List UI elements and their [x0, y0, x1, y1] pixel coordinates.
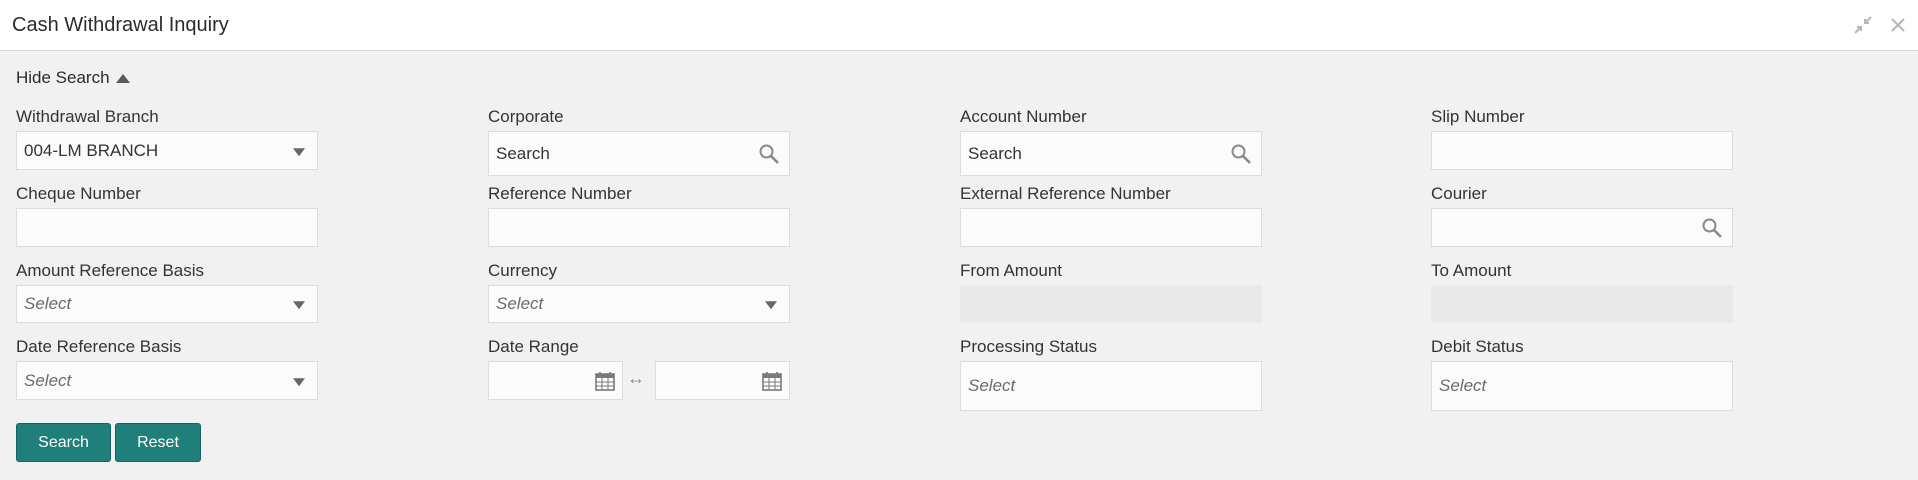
to-amount-label: To Amount: [1431, 261, 1512, 280]
slip-number-label: Slip Number: [1431, 107, 1525, 126]
date-range-from-input[interactable]: [488, 361, 623, 400]
window-header: Cash Withdrawal Inquiry: [0, 0, 1918, 51]
date-reference-basis-placeholder: Select: [24, 370, 72, 390]
chevron-down-icon: [293, 147, 305, 156]
processing-status-select[interactable]: Select: [960, 361, 1262, 411]
courier-input[interactable]: [1431, 208, 1733, 247]
currency-label: Currency: [488, 261, 557, 280]
amount-reference-basis-label: Amount Reference Basis: [16, 261, 205, 280]
debit-status-select[interactable]: Select: [1431, 361, 1733, 411]
chevron-down-icon: [293, 377, 305, 386]
chevron-down-icon: [293, 301, 305, 310]
date-reference-basis-select[interactable]: Select: [16, 361, 318, 400]
calendar-icon[interactable]: [761, 370, 783, 392]
page-title: Cash Withdrawal Inquiry: [12, 14, 229, 36]
date-range-separator: ↔: [627, 368, 645, 388]
reset-button[interactable]: Reset: [115, 423, 201, 462]
calendar-icon[interactable]: [594, 370, 616, 392]
external-reference-number-input[interactable]: [960, 208, 1262, 247]
from-amount-label: From Amount: [960, 261, 1063, 280]
withdrawal-branch-select[interactable]: 004-LM BRANCH: [16, 131, 318, 170]
minimize-icon[interactable]: [1852, 14, 1874, 36]
debit-status-placeholder: Select: [1439, 376, 1487, 395]
date-range-label: Date Range: [488, 337, 579, 356]
corporate-placeholder: Search: [496, 143, 550, 163]
withdrawal-branch-label: Withdrawal Branch: [16, 107, 159, 126]
close-icon[interactable]: [1887, 14, 1909, 36]
reference-number-label: Reference Number: [488, 184, 632, 203]
corporate-label: Corporate: [488, 107, 564, 126]
search-icon[interactable]: [1230, 143, 1252, 165]
currency-placeholder: Select: [496, 294, 544, 313]
slip-number-input[interactable]: [1431, 131, 1733, 170]
withdrawal-branch-value: 004-LM BRANCH: [24, 140, 159, 160]
from-amount-input: [960, 285, 1262, 323]
external-reference-number-label: External Reference Number: [960, 184, 1171, 203]
caret-up-icon: [115, 73, 130, 83]
processing-status-label: Processing Status: [960, 337, 1098, 356]
cheque-number-input[interactable]: [16, 208, 318, 247]
currency-select[interactable]: Select: [488, 285, 790, 323]
amount-reference-basis-select[interactable]: Select: [16, 285, 318, 323]
date-range-to-input[interactable]: [655, 361, 790, 400]
account-number-label: Account Number: [960, 107, 1087, 126]
courier-label: Courier: [1431, 184, 1487, 203]
hide-search-toggle[interactable]: Hide Search: [16, 68, 130, 88]
chevron-down-icon: [765, 301, 777, 310]
account-number-input[interactable]: Search: [960, 131, 1262, 176]
search-button[interactable]: Search: [16, 423, 111, 462]
hide-search-label: Hide Search: [16, 68, 110, 87]
to-amount-input: [1431, 285, 1733, 323]
corporate-input[interactable]: Search: [488, 131, 790, 176]
cheque-number-label: Cheque Number: [16, 184, 141, 203]
date-reference-basis-label: Date Reference Basis: [16, 337, 182, 356]
processing-status-placeholder: Select: [968, 376, 1016, 395]
amount-reference-basis-placeholder: Select: [24, 294, 72, 313]
debit-status-label: Debit Status: [1431, 337, 1524, 356]
account-number-placeholder: Search: [968, 143, 1022, 163]
search-icon[interactable]: [1701, 217, 1723, 239]
reference-number-input[interactable]: [488, 208, 790, 247]
search-icon[interactable]: [758, 143, 780, 165]
